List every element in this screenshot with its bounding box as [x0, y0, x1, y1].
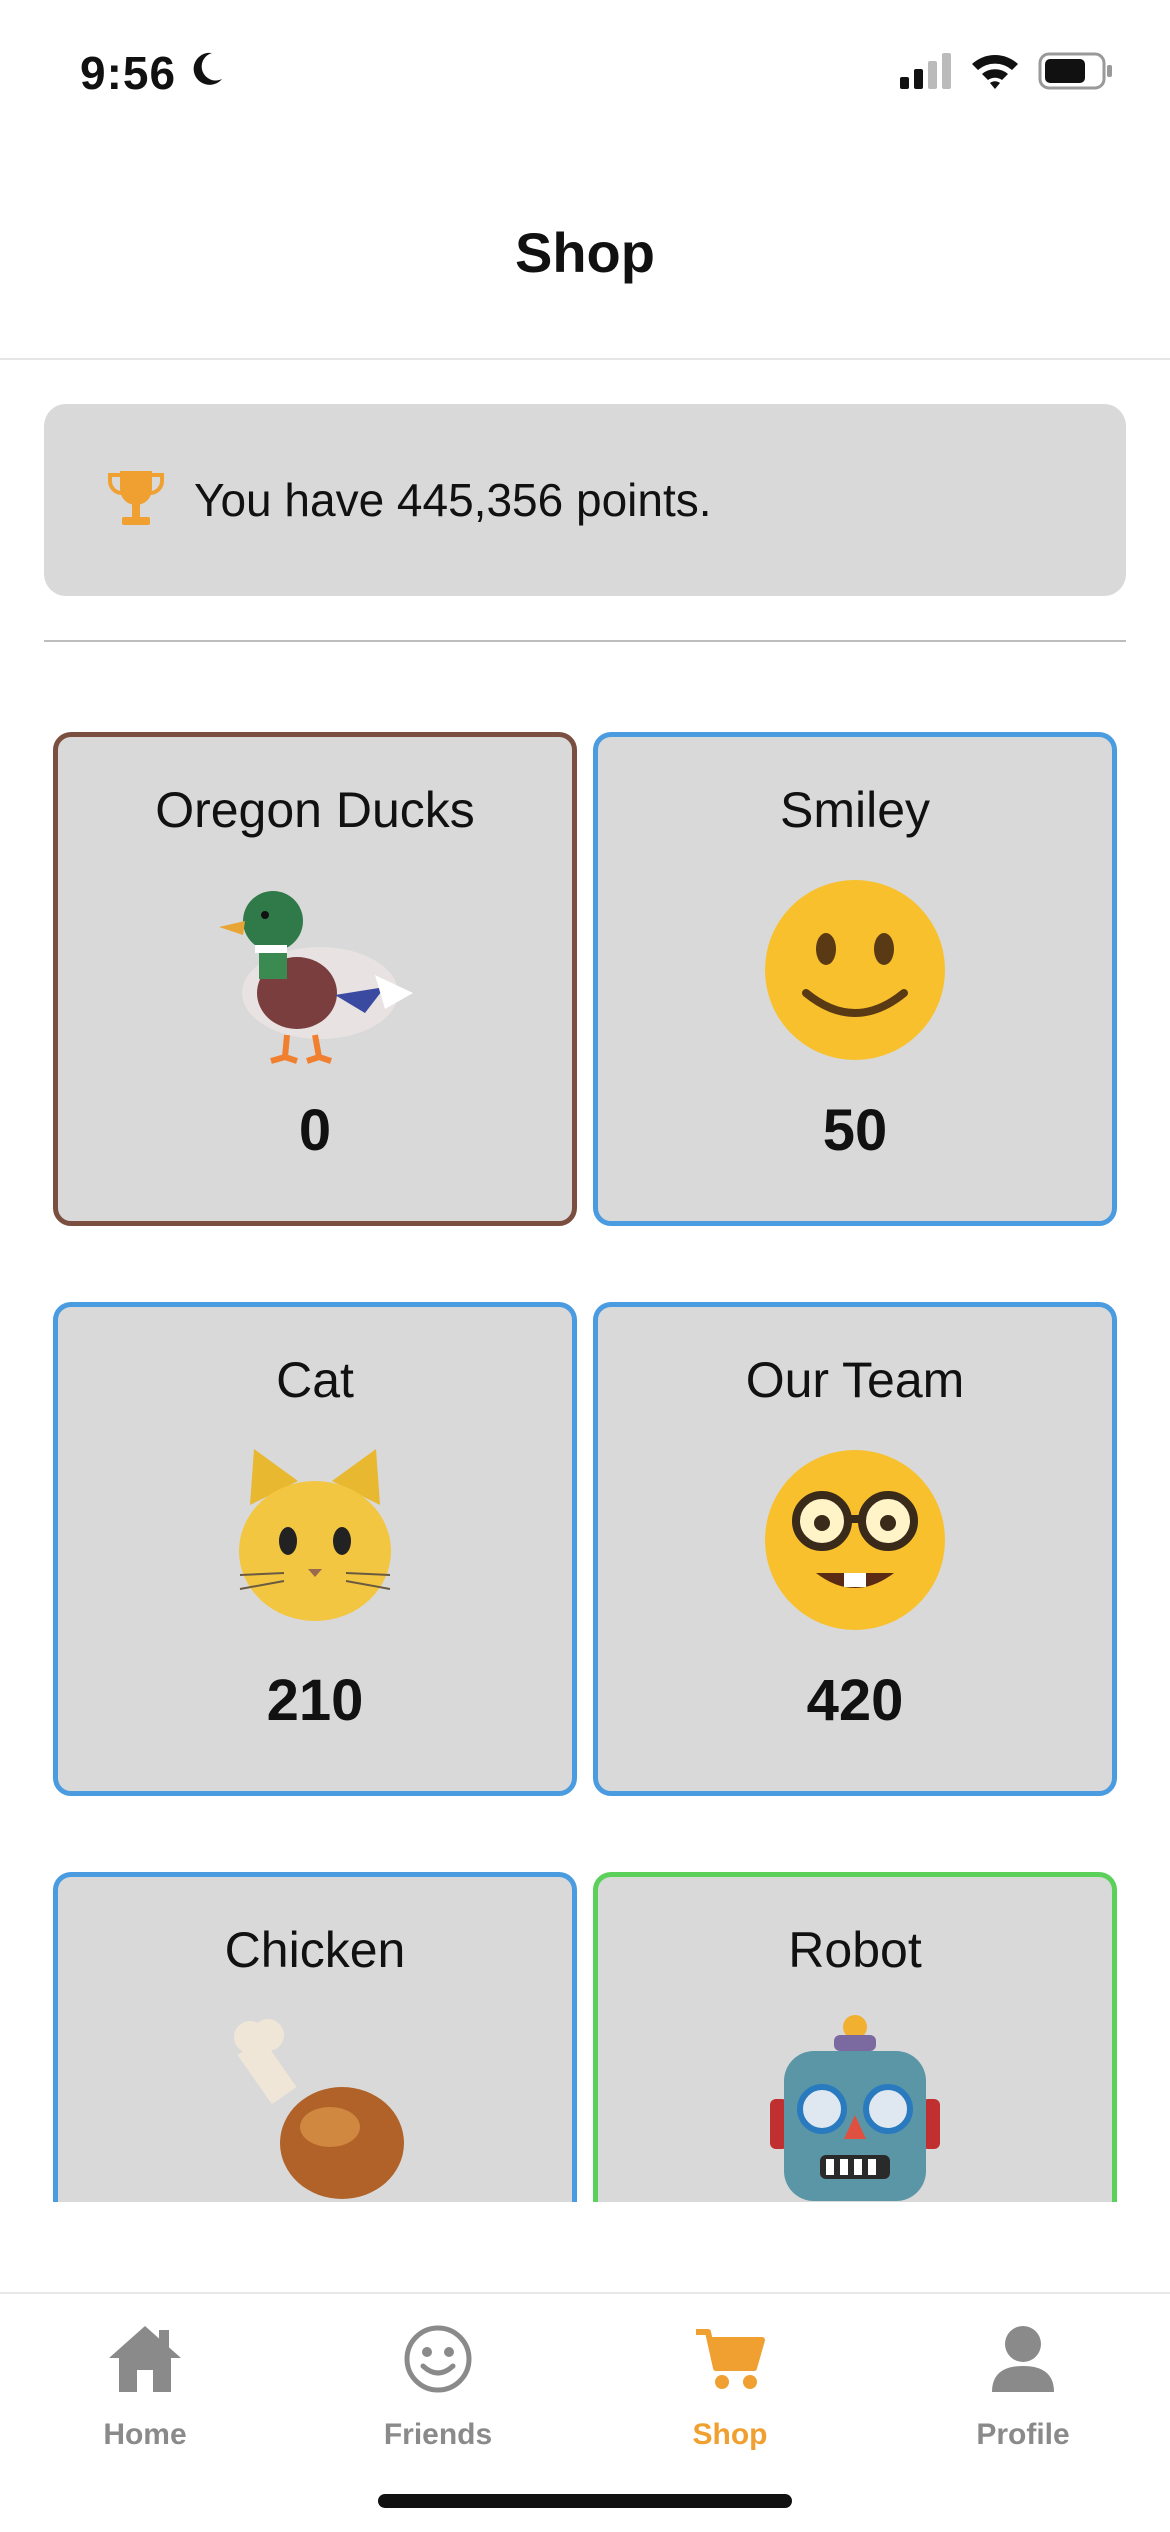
item-name: Cat [276, 1352, 354, 1408]
status-bar: 9:56 [0, 0, 1170, 150]
item-name: Robot [788, 1922, 922, 1978]
shop-item-smiley[interactable]: Smiley 50 [593, 732, 1117, 1226]
drumstick-icon [58, 2015, 572, 2202]
item-name: Chicken [224, 1922, 406, 1978]
tab-label: Friends [383, 2418, 493, 2451]
tab-label: Shop [692, 2418, 768, 2451]
wifi-icon [970, 52, 1020, 95]
cart-icon [694, 2314, 766, 2404]
status-icons [900, 52, 1114, 95]
robot-icon [598, 2015, 1112, 2202]
item-name: Our Team [745, 1352, 965, 1408]
trophy-icon [106, 467, 166, 534]
cat-icon [58, 1445, 572, 1635]
cellular-signal-icon [900, 53, 952, 94]
battery-icon [1038, 52, 1114, 95]
friends-smiley-icon [403, 2314, 473, 2404]
tab-friends[interactable]: Friends [338, 2314, 538, 2474]
shop-item-oregon-ducks[interactable]: Oregon Ducks 0 [53, 732, 577, 1226]
smiley-icon [598, 875, 1112, 1065]
header: Shop [0, 150, 1170, 360]
shop-item-our-team[interactable]: Our Team 420 [593, 1302, 1117, 1796]
tab-label: Profile [976, 2418, 1070, 2451]
home-icon [107, 2314, 183, 2404]
shop-item-robot[interactable]: Robot [593, 1872, 1117, 2202]
nerd-face-icon [598, 1445, 1112, 1635]
points-text: You have 445,356 points. [194, 474, 712, 526]
divider [44, 640, 1126, 642]
page-title: Shop [515, 221, 655, 284]
person-icon [990, 2314, 1056, 2404]
tab-profile[interactable]: Profile [923, 2314, 1123, 2474]
item-name: Oregon Ducks [155, 782, 475, 838]
item-name: Smiley [779, 782, 931, 838]
time-label: 9:56 [80, 47, 177, 99]
shop-item-cat[interactable]: Cat 210 [53, 1302, 577, 1796]
item-price: 420 [806, 1668, 904, 1733]
home-indicator[interactable] [378, 2494, 792, 2508]
item-price: 50 [822, 1098, 888, 1163]
tab-label: Home [103, 2418, 187, 2451]
duck-icon [58, 875, 572, 1065]
moon-icon [186, 46, 226, 100]
tab-home[interactable]: Home [45, 2314, 245, 2474]
shop-items-grid[interactable]: Oregon Ducks 0 Smiley 50 Cat 210 Our Tea… [0, 700, 1170, 2202]
item-price: 210 [266, 1668, 364, 1733]
item-price: 0 [298, 1098, 332, 1163]
shop-item-chicken[interactable]: Chicken [53, 1872, 577, 2202]
points-banner: You have 445,356 points. [44, 404, 1126, 596]
shop-screen: 9:56 Shop You have 445,356 points. Orego… [0, 0, 1170, 2532]
tab-shop[interactable]: Shop [630, 2314, 830, 2474]
status-time: 9:56 [80, 46, 226, 100]
